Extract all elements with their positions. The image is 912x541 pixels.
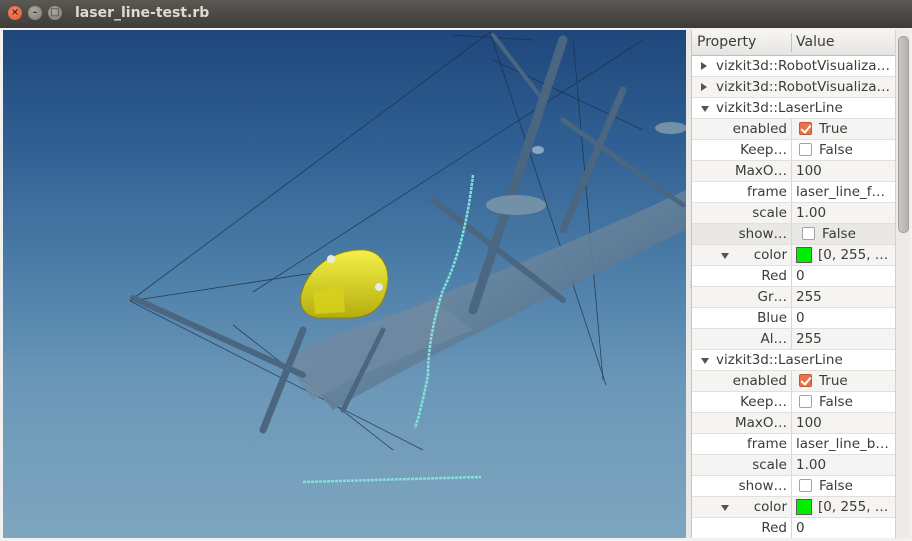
window-title: laser_line-test.rb	[75, 5, 210, 21]
property-value[interactable]: False	[822, 226, 892, 242]
property-name: Al…	[760, 331, 788, 347]
property-name: Blue	[757, 310, 787, 326]
3d-viewport[interactable]	[3, 30, 686, 538]
triangle-right-icon[interactable]	[701, 62, 707, 70]
property-value[interactable]: [0, 255, …	[818, 247, 892, 263]
property-row[interactable]: enabled True	[692, 119, 895, 140]
property-name: vizkit3d::RobotVisualiza…	[716, 58, 891, 74]
checkbox[interactable]	[799, 122, 812, 135]
property-row[interactable]: frame laser_line_f…	[692, 182, 895, 203]
property-name: Gr…	[757, 289, 787, 305]
property-row[interactable]: Keep… False	[692, 140, 895, 161]
property-name: scale	[752, 205, 787, 221]
mast-platform-2	[655, 122, 686, 134]
property-value[interactable]: 100	[796, 163, 892, 179]
maximize-icon[interactable]: □	[48, 6, 62, 20]
property-value[interactable]: False	[819, 478, 892, 494]
property-value[interactable]: [0, 255, …	[818, 499, 892, 515]
property-name: color	[753, 247, 787, 263]
property-row[interactable]: color [0, 255, …	[692, 497, 895, 518]
mast-platform-3	[532, 146, 544, 154]
property-name: show…	[738, 478, 787, 494]
checkbox[interactable]	[799, 143, 812, 156]
shipwreck-scene	[129, 31, 686, 484]
property-value[interactable]: 0	[796, 268, 892, 284]
property-name: Red	[761, 520, 787, 536]
property-name: Keep…	[740, 394, 787, 410]
rigging-lines	[129, 31, 644, 451]
title-bar: × – □ laser_line-test.rb	[0, 0, 912, 28]
property-row[interactable]: vizkit3d::RobotVisualiza…	[692, 56, 895, 77]
property-row[interactable]: frame laser_line_b…	[692, 434, 895, 455]
property-row[interactable]: MaxO… 100	[692, 161, 895, 182]
color-swatch[interactable]	[796, 247, 812, 263]
column-header-property[interactable]: Property	[697, 34, 756, 50]
property-row[interactable]: show… False	[692, 476, 895, 497]
property-value[interactable]: laser_line_b…	[796, 436, 892, 452]
yellow-robot	[300, 249, 389, 319]
property-name: enabled	[732, 121, 787, 137]
app-window: × – □ laser_line-test.rb Property Value …	[0, 0, 912, 541]
checkbox[interactable]	[799, 395, 812, 408]
vertical-scrollbar[interactable]	[895, 30, 910, 538]
property-row[interactable]: enabled True	[692, 371, 895, 392]
color-swatch[interactable]	[796, 499, 812, 515]
property-value[interactable]: 1.00	[796, 205, 892, 221]
property-value[interactable]: 1.00	[796, 457, 892, 473]
triangle-right-icon[interactable]	[701, 83, 707, 91]
mast-platform	[486, 195, 546, 215]
property-row[interactable]: color [0, 255, …	[692, 245, 895, 266]
property-name: MaxO…	[734, 163, 787, 179]
property-value[interactable]: False	[819, 142, 892, 158]
property-value[interactable]: False	[819, 394, 892, 410]
property-row[interactable]: Keep… False	[692, 392, 895, 413]
property-name: Red	[761, 268, 787, 284]
property-value[interactable]: laser_line_f…	[796, 184, 892, 200]
property-row[interactable]: Al… 255	[692, 329, 895, 350]
property-value[interactable]: 255	[796, 289, 892, 305]
close-icon[interactable]: ×	[8, 6, 22, 20]
triangle-down-icon[interactable]	[701, 358, 709, 364]
property-row[interactable]: vizkit3d::LaserLine	[692, 350, 895, 371]
property-row[interactable]: Gr… 255	[692, 287, 895, 308]
property-row[interactable]: MaxO… 100	[692, 413, 895, 434]
property-row[interactable]: vizkit3d::RobotVisualiza…	[692, 77, 895, 98]
property-name: vizkit3d::LaserLine	[716, 352, 843, 368]
property-name: show…	[738, 226, 787, 242]
property-row[interactable]: vizkit3d::LaserLine	[692, 98, 895, 119]
property-name: vizkit3d::LaserLine	[716, 100, 843, 116]
property-value[interactable]: 0	[796, 520, 892, 536]
property-name: color	[753, 499, 787, 515]
property-table-header: Property Value	[692, 30, 895, 56]
property-row[interactable]: scale 1.00	[692, 455, 895, 476]
property-value[interactable]: 255	[796, 331, 892, 347]
property-row[interactable]: Red 0	[692, 266, 895, 287]
triangle-down-icon[interactable]	[701, 106, 709, 112]
property-rows: vizkit3d::RobotVisualiza…vizkit3d::Robot…	[692, 56, 895, 538]
property-name: frame	[746, 436, 787, 452]
property-name: vizkit3d::RobotVisualiza…	[716, 79, 891, 95]
property-name: frame	[746, 184, 787, 200]
checkbox[interactable]	[799, 374, 812, 387]
column-header-value[interactable]: Value	[796, 34, 834, 50]
checkbox[interactable]	[799, 479, 812, 492]
property-name: scale	[752, 457, 787, 473]
property-row[interactable]: show… False	[692, 224, 895, 245]
property-value[interactable]: True	[819, 373, 892, 389]
property-name: enabled	[732, 373, 787, 389]
property-row[interactable]: Blue 0	[692, 308, 895, 329]
property-value[interactable]: 0	[796, 310, 892, 326]
property-name: MaxO…	[734, 415, 787, 431]
minimize-icon[interactable]: –	[28, 6, 42, 20]
checkbox[interactable]	[802, 227, 815, 240]
property-value[interactable]: True	[819, 121, 892, 137]
property-name: Keep…	[740, 142, 787, 158]
property-row[interactable]: scale 1.00	[692, 203, 895, 224]
scrollbar-thumb[interactable]	[898, 36, 909, 233]
property-row[interactable]: Red 0	[692, 518, 895, 538]
property-panel: Property Value vizkit3d::RobotVisualiza……	[691, 30, 895, 538]
property-value[interactable]: 100	[796, 415, 892, 431]
